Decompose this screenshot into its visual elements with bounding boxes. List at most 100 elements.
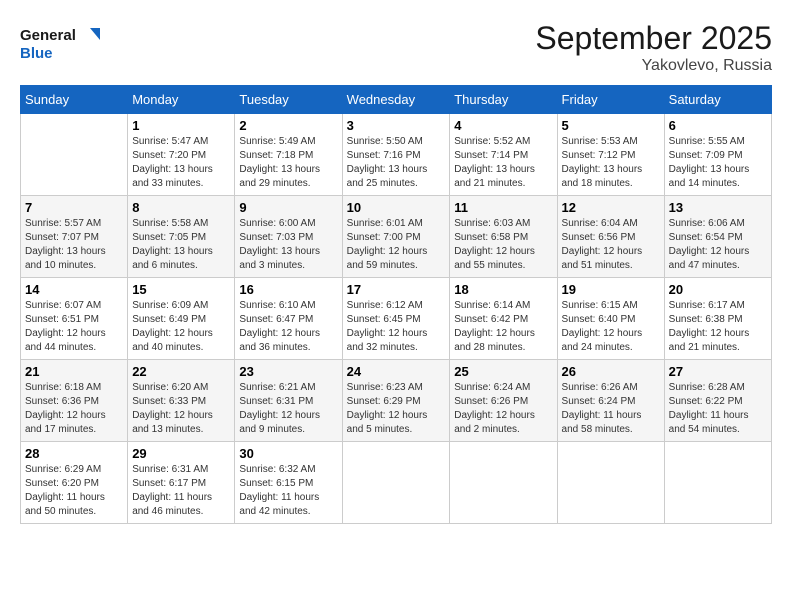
day-number: 9 — [239, 200, 337, 215]
day-number: 13 — [669, 200, 767, 215]
calendar-cell: 3 Sunrise: 5:50 AM Sunset: 7:16 PM Daylig… — [342, 114, 450, 196]
calendar-cell: 12 Sunrise: 6:04 AM Sunset: 6:56 PM Dayli… — [557, 196, 664, 278]
day-info: Sunrise: 6:12 AM Sunset: 6:45 PM Dayligh… — [347, 299, 446, 355]
day-info: Sunrise: 6:32 AM Sunset: 6:15 PM Dayligh… — [239, 463, 337, 519]
day-info: Sunrise: 6:24 AM Sunset: 6:26 PM Dayligh… — [454, 381, 552, 437]
calendar-cell: 25 Sunrise: 6:24 AM Sunset: 6:26 PM Dayli… — [450, 360, 557, 442]
calendar-cell: 20 Sunrise: 6:17 AM Sunset: 6:38 PM Dayli… — [664, 278, 771, 360]
calendar-cell: 22 Sunrise: 6:20 AM Sunset: 6:33 PM Dayli… — [128, 360, 235, 442]
calendar-cell: 21 Sunrise: 6:18 AM Sunset: 6:36 PM Dayli… — [21, 360, 128, 442]
calendar-cell: 11 Sunrise: 6:03 AM Sunset: 6:58 PM Dayli… — [450, 196, 557, 278]
day-number: 15 — [132, 282, 230, 297]
day-info: Sunrise: 6:04 AM Sunset: 6:56 PM Dayligh… — [562, 217, 660, 273]
day-number: 16 — [239, 282, 337, 297]
calendar-cell — [664, 442, 771, 524]
day-number: 1 — [132, 118, 230, 133]
day-header-wednesday: Wednesday — [342, 86, 450, 114]
svg-text:General: General — [20, 27, 76, 44]
svg-text:Blue: Blue — [20, 45, 53, 62]
day-info: Sunrise: 6:14 AM Sunset: 6:42 PM Dayligh… — [454, 299, 552, 355]
day-header-tuesday: Tuesday — [235, 86, 342, 114]
day-info: Sunrise: 6:26 AM Sunset: 6:24 PM Dayligh… — [562, 381, 660, 437]
day-info: Sunrise: 6:28 AM Sunset: 6:22 PM Dayligh… — [669, 381, 767, 437]
day-number: 10 — [347, 200, 446, 215]
day-number: 20 — [669, 282, 767, 297]
day-number: 30 — [239, 446, 337, 461]
day-info: Sunrise: 6:03 AM Sunset: 6:58 PM Dayligh… — [454, 217, 552, 273]
day-info: Sunrise: 6:31 AM Sunset: 6:17 PM Dayligh… — [132, 463, 230, 519]
day-number: 29 — [132, 446, 230, 461]
calendar-cell: 18Sunrise: 6:14 AM Sunset: 6:42 PM Dayli… — [450, 278, 557, 360]
day-number: 24 — [347, 364, 446, 379]
day-info: Sunrise: 6:29 AM Sunset: 6:20 PM Dayligh… — [25, 463, 123, 519]
day-info: Sunrise: 5:53 AM Sunset: 7:12 PM Dayligh… — [562, 135, 660, 191]
day-info: Sunrise: 6:09 AM Sunset: 6:49 PM Dayligh… — [132, 299, 230, 355]
day-info: Sunrise: 5:50 AM Sunset: 7:16 PM Dayligh… — [347, 135, 446, 191]
calendar-cell — [342, 442, 450, 524]
calendar-cell: 6Sunrise: 5:55 AM Sunset: 7:09 PM Daylig… — [664, 114, 771, 196]
calendar-cell: 30 Sunrise: 6:32 AM Sunset: 6:15 PM Dayli… — [235, 442, 342, 524]
day-number: 3 — [347, 118, 446, 133]
day-info: Sunrise: 6:01 AM Sunset: 7:00 PM Dayligh… — [347, 217, 446, 273]
day-info: Sunrise: 6:20 AM Sunset: 6:33 PM Dayligh… — [132, 381, 230, 437]
day-info: Sunrise: 6:10 AM Sunset: 6:47 PM Dayligh… — [239, 299, 337, 355]
calendar-cell: 29 Sunrise: 6:31 AM Sunset: 6:17 PM Dayli… — [128, 442, 235, 524]
day-number: 28 — [25, 446, 123, 461]
header: General Blue September 2025 Yakovlevo, R… — [20, 20, 772, 75]
calendar-cell: 16 Sunrise: 6:10 AM Sunset: 6:47 PM Dayli… — [235, 278, 342, 360]
day-number: 5 — [562, 118, 660, 133]
day-header-monday: Monday — [128, 86, 235, 114]
day-info: Sunrise: 5:52 AM Sunset: 7:14 PM Dayligh… — [454, 135, 552, 191]
calendar-cell — [557, 442, 664, 524]
title-block: September 2025 Yakovlevo, Russia — [535, 20, 772, 75]
day-number: 11 — [454, 200, 552, 215]
day-number: 2 — [239, 118, 337, 133]
calendar-cell — [450, 442, 557, 524]
calendar-cell: 23Sunrise: 6:21 AM Sunset: 6:31 PM Dayli… — [235, 360, 342, 442]
calendar: SundayMondayTuesdayWednesdayThursdayFrid… — [20, 85, 772, 524]
calendar-cell — [21, 114, 128, 196]
calendar-cell: 5 Sunrise: 5:53 AM Sunset: 7:12 PM Daylig… — [557, 114, 664, 196]
day-number: 8 — [132, 200, 230, 215]
page-subtitle: Yakovlevo, Russia — [535, 57, 772, 75]
day-number: 25 — [454, 364, 552, 379]
day-info: Sunrise: 5:49 AM Sunset: 7:18 PM Dayligh… — [239, 135, 337, 191]
calendar-cell: 8 Sunrise: 5:58 AM Sunset: 7:05 PM Daylig… — [128, 196, 235, 278]
day-number: 4 — [454, 118, 552, 133]
day-info: Sunrise: 5:58 AM Sunset: 7:05 PM Dayligh… — [132, 217, 230, 273]
day-header-saturday: Saturday — [664, 86, 771, 114]
day-info: Sunrise: 5:55 AM Sunset: 7:09 PM Dayligh… — [669, 135, 767, 191]
calendar-cell: 4 Sunrise: 5:52 AM Sunset: 7:14 PM Daylig… — [450, 114, 557, 196]
day-number: 14 — [25, 282, 123, 297]
day-number: 27 — [669, 364, 767, 379]
calendar-cell: 10 Sunrise: 6:01 AM Sunset: 7:00 PM Dayli… — [342, 196, 450, 278]
calendar-cell: 26 Sunrise: 6:26 AM Sunset: 6:24 PM Dayli… — [557, 360, 664, 442]
calendar-cell: 28 Sunrise: 6:29 AM Sunset: 6:20 PM Dayli… — [21, 442, 128, 524]
calendar-cell: 9Sunrise: 6:00 AM Sunset: 7:03 PM Daylig… — [235, 196, 342, 278]
calendar-cell: 14 Sunrise: 6:07 AM Sunset: 6:51 PM Dayli… — [21, 278, 128, 360]
calendar-cell: 27 Sunrise: 6:28 AM Sunset: 6:22 PM Dayli… — [664, 360, 771, 442]
day-info: Sunrise: 5:47 AM Sunset: 7:20 PM Dayligh… — [132, 135, 230, 191]
day-header-sunday: Sunday — [21, 86, 128, 114]
page-title: September 2025 — [535, 20, 772, 57]
day-info: Sunrise: 6:07 AM Sunset: 6:51 PM Dayligh… — [25, 299, 123, 355]
calendar-cell: 13Sunrise: 6:06 AM Sunset: 6:54 PM Dayli… — [664, 196, 771, 278]
logo: General Blue — [20, 20, 100, 65]
day-number: 21 — [25, 364, 123, 379]
day-number: 19 — [562, 282, 660, 297]
day-info: Sunrise: 6:17 AM Sunset: 6:38 PM Dayligh… — [669, 299, 767, 355]
calendar-cell: 7Sunrise: 5:57 AM Sunset: 7:07 PM Daylig… — [21, 196, 128, 278]
day-header-friday: Friday — [557, 86, 664, 114]
day-info: Sunrise: 6:18 AM Sunset: 6:36 PM Dayligh… — [25, 381, 123, 437]
day-info: Sunrise: 6:21 AM Sunset: 6:31 PM Dayligh… — [239, 381, 337, 437]
day-number: 12 — [562, 200, 660, 215]
calendar-cell: 17 Sunrise: 6:12 AM Sunset: 6:45 PM Dayli… — [342, 278, 450, 360]
day-number: 17 — [347, 282, 446, 297]
day-info: Sunrise: 5:57 AM Sunset: 7:07 PM Dayligh… — [25, 217, 123, 273]
calendar-cell: 19 Sunrise: 6:15 AM Sunset: 6:40 PM Dayli… — [557, 278, 664, 360]
calendar-cell: 24Sunrise: 6:23 AM Sunset: 6:29 PM Dayli… — [342, 360, 450, 442]
day-number: 26 — [562, 364, 660, 379]
calendar-cell: 15 Sunrise: 6:09 AM Sunset: 6:49 PM Dayli… — [128, 278, 235, 360]
day-number: 22 — [132, 364, 230, 379]
day-info: Sunrise: 6:15 AM Sunset: 6:40 PM Dayligh… — [562, 299, 660, 355]
